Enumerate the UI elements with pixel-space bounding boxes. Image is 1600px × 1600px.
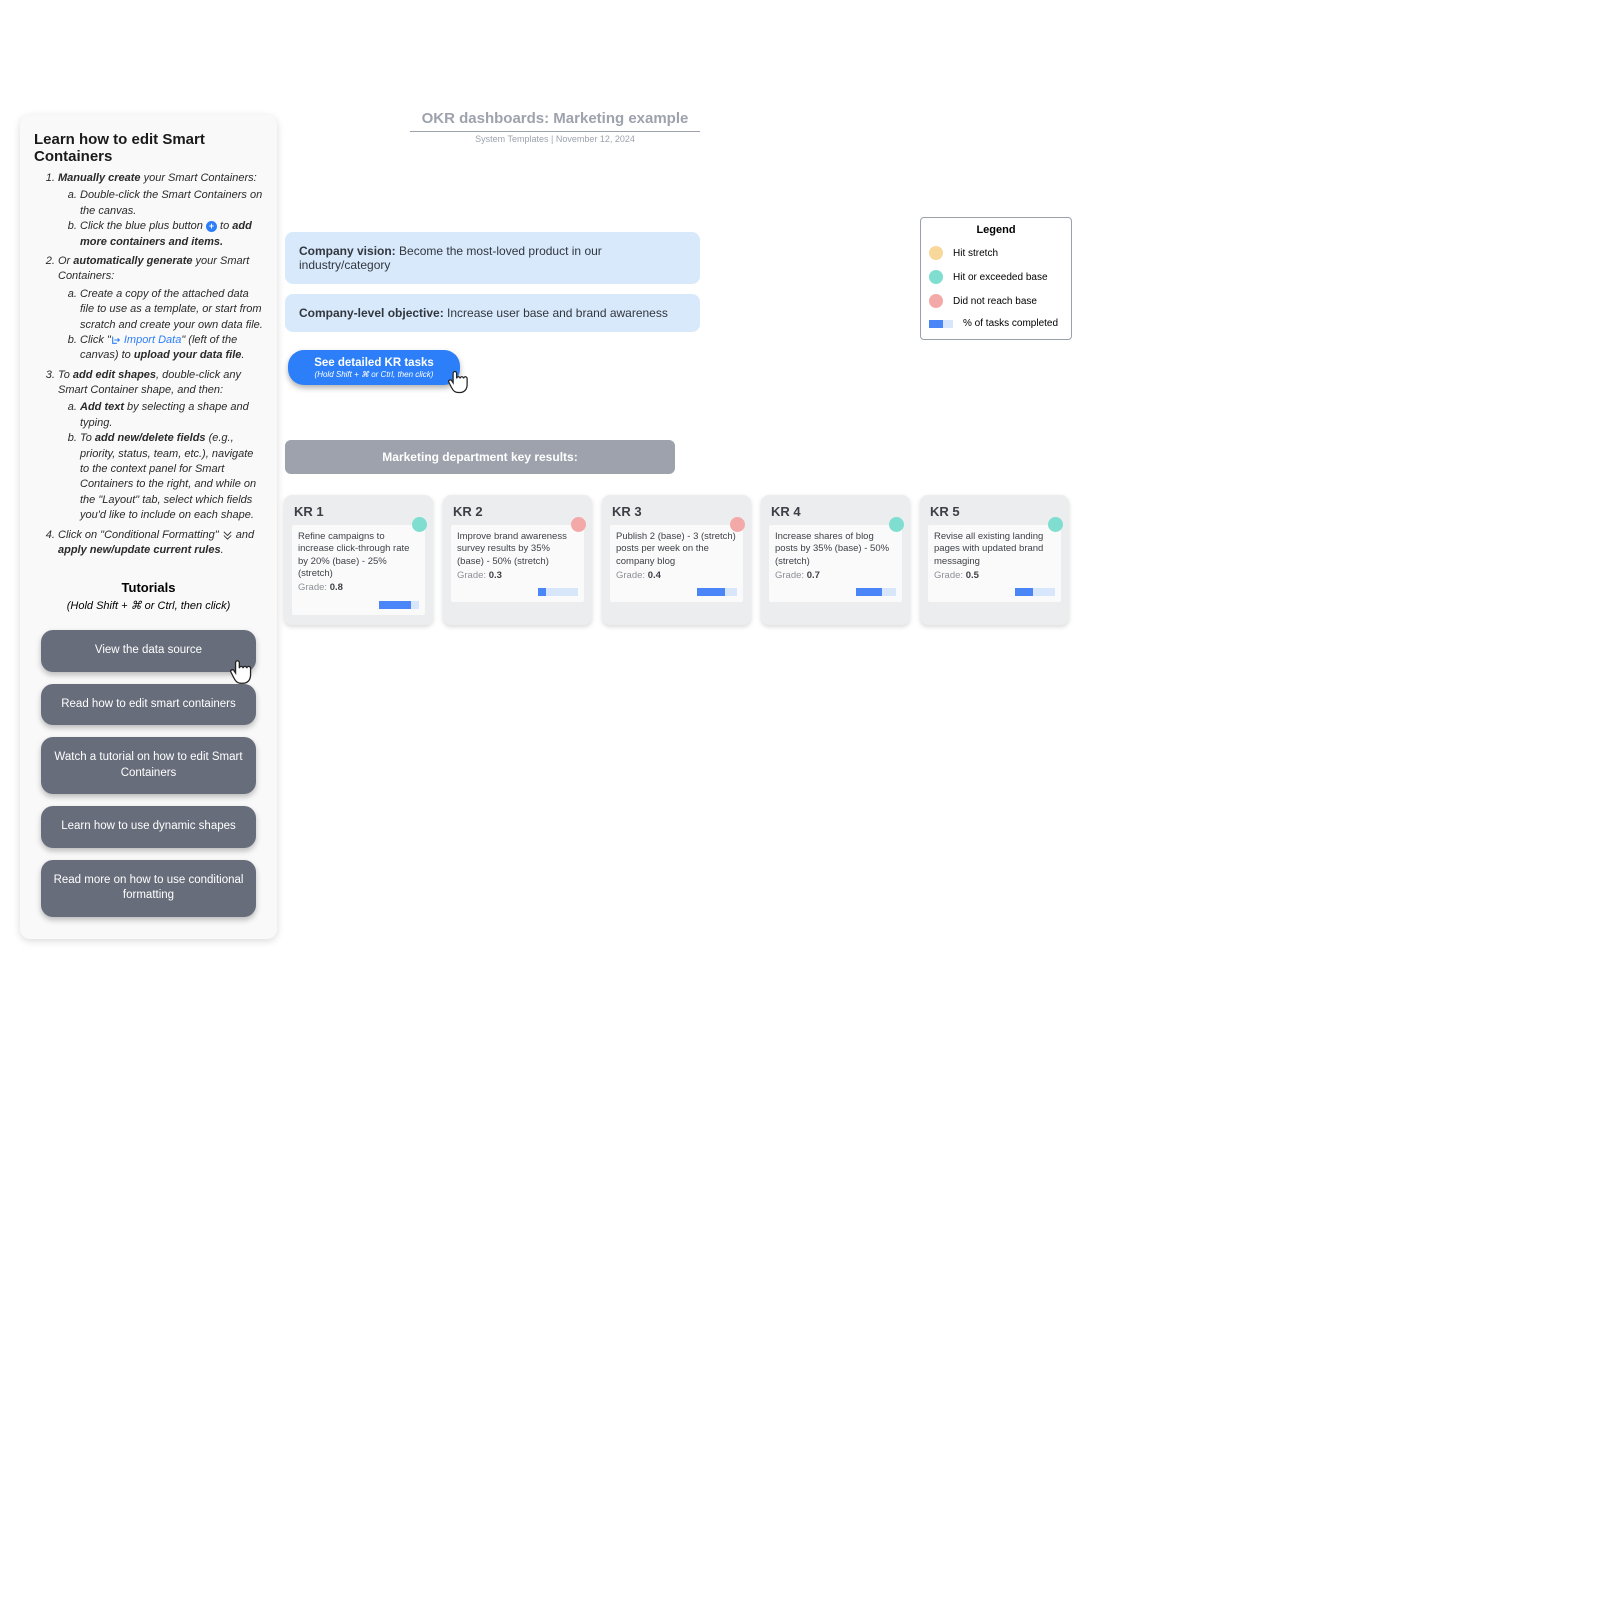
- kr-progress-bar: [697, 588, 737, 596]
- kr-progress-bar: [538, 588, 578, 596]
- legend-row-progress: % of tasks completed: [929, 318, 1063, 329]
- help-step-2a: Create a copy of the attached data file …: [80, 287, 263, 333]
- help-step-3: To add edit shapes, double-click any Sma…: [58, 368, 263, 524]
- legend-row: Did not reach base: [929, 294, 1063, 308]
- tutorial-btn-watch-edit-containers[interactable]: Watch a tutorial on how to edit Smart Co…: [41, 737, 256, 794]
- kr-title: KR 4: [771, 504, 902, 519]
- legend-dot-icon: [929, 246, 943, 260]
- kr-body: Publish 2 (base) - 3 (stretch) posts per…: [610, 525, 743, 602]
- kr-card[interactable]: KR 4 Increase shares of blog posts by 35…: [761, 495, 910, 625]
- help-step-1b: Click the blue plus button + to add more…: [80, 219, 263, 250]
- kr-status-dot: [412, 517, 427, 532]
- kr-description: Publish 2 (base) - 3 (stretch) posts per…: [616, 531, 737, 568]
- help-panel: Learn how to edit Smart Containers Manua…: [20, 115, 277, 939]
- plus-icon: +: [206, 221, 217, 232]
- kr-grade: Grade: 0.5: [934, 570, 1055, 582]
- legend-row: Hit stretch: [929, 246, 1063, 260]
- kr-grade: Grade: 0.7: [775, 570, 896, 582]
- help-step-2b: Click " Import Data" (left of the canvas…: [80, 333, 263, 364]
- see-detailed-kr-button[interactable]: See detailed KR tasks (Hold Shift + ⌘ or…: [288, 350, 460, 385]
- kr-description: Increase shares of blog posts by 35% (ba…: [775, 531, 896, 568]
- help-step-1: Manually create your Smart Containers: D…: [58, 171, 263, 250]
- kr-card[interactable]: KR 2 Improve brand awareness survey resu…: [443, 495, 592, 625]
- tutorials-subtext: (Hold Shift + ⌘ or Ctrl, then click): [34, 599, 263, 612]
- legend-dot-icon: [929, 294, 943, 308]
- help-step-3a: Add text by selecting a shape and typing…: [80, 400, 263, 431]
- help-step-2: Or automatically generate your Smart Con…: [58, 254, 263, 364]
- kr-card-row: KR 1 Refine campaigns to increase click-…: [284, 495, 1069, 625]
- help-step-4: Click on "Conditional Formatting" and ap…: [58, 528, 263, 559]
- tutorial-btn-read-edit-containers[interactable]: Read how to edit smart containers: [41, 684, 256, 726]
- help-step-3b: To add new/delete fields (e.g., priority…: [80, 431, 263, 523]
- tutorial-btn-conditional-formatting[interactable]: Read more on how to use conditional form…: [41, 860, 256, 917]
- kr-body: Revise all existing landing pages with u…: [928, 525, 1061, 602]
- detail-btn-main: See detailed KR tasks: [296, 357, 452, 369]
- company-vision-box[interactable]: Company vision: Become the most-loved pr…: [285, 232, 700, 284]
- title-rule: [410, 131, 700, 132]
- company-objective-label: Company-level objective:: [299, 306, 447, 320]
- kr-status-dot: [889, 517, 904, 532]
- document-subtitle: System Templates | November 12, 2024: [410, 134, 700, 144]
- legend-label-progress: % of tasks completed: [963, 318, 1058, 329]
- kr-title: KR 5: [930, 504, 1061, 519]
- kr-progress-bar: [379, 601, 419, 609]
- legend-box: Legend Hit stretch Hit or exceeded base …: [920, 217, 1072, 340]
- legend-title: Legend: [929, 224, 1063, 236]
- kr-card[interactable]: KR 3 Publish 2 (base) - 3 (stretch) post…: [602, 495, 751, 625]
- company-vision-label: Company vision:: [299, 244, 399, 258]
- progress-bar-icon: [929, 320, 953, 328]
- legend-label: Hit stretch: [953, 248, 998, 259]
- kr-grade: Grade: 0.4: [616, 570, 737, 582]
- kr-body: Improve brand awareness survey results b…: [451, 525, 584, 602]
- kr-grade: Grade: 0.3: [457, 570, 578, 582]
- company-objective-text: Increase user base and brand awareness: [447, 306, 668, 320]
- tutorials-header: Tutorials: [34, 580, 263, 595]
- legend-dot-icon: [929, 270, 943, 284]
- company-objective-box[interactable]: Company-level objective: Increase user b…: [285, 294, 700, 332]
- kr-progress-bar: [1015, 588, 1055, 596]
- tutorial-btn-dynamic-shapes[interactable]: Learn how to use dynamic shapes: [41, 806, 256, 848]
- legend-label: Hit or exceeded base: [953, 272, 1048, 283]
- kr-card[interactable]: KR 5 Revise all existing landing pages w…: [920, 495, 1069, 625]
- conditional-formatting-icon: [222, 529, 233, 540]
- document-title: OKR dashboards: Marketing example: [410, 110, 700, 127]
- kr-description: Improve brand awareness survey results b…: [457, 531, 578, 568]
- kr-progress-bar: [856, 588, 896, 596]
- import-icon: [111, 335, 121, 345]
- document-header: OKR dashboards: Marketing example System…: [410, 110, 700, 144]
- kr-description: Revise all existing landing pages with u…: [934, 531, 1055, 568]
- legend-row: Hit or exceeded base: [929, 270, 1063, 284]
- help-step-1a: Double-click the Smart Containers on the…: [80, 188, 263, 219]
- detail-btn-sub: (Hold Shift + ⌘ or Ctrl, then click): [296, 370, 452, 379]
- department-header[interactable]: Marketing department key results:: [285, 440, 675, 474]
- help-title: Learn how to edit Smart Containers: [34, 131, 263, 165]
- help-steps-list: Manually create your Smart Containers: D…: [34, 171, 263, 558]
- kr-status-dot: [1048, 517, 1063, 532]
- kr-grade: Grade: 0.8: [298, 582, 419, 594]
- kr-card[interactable]: KR 1 Refine campaigns to increase click-…: [284, 495, 433, 625]
- kr-body: Refine campaigns to increase click-throu…: [292, 525, 425, 615]
- kr-title: KR 3: [612, 504, 743, 519]
- kr-body: Increase shares of blog posts by 35% (ba…: [769, 525, 902, 602]
- kr-title: KR 1: [294, 504, 425, 519]
- import-data-link[interactable]: Import Data: [121, 334, 182, 346]
- tutorial-btn-view-data-source[interactable]: View the data source: [41, 630, 256, 672]
- kr-title: KR 2: [453, 504, 584, 519]
- legend-label: Did not reach base: [953, 296, 1037, 307]
- kr-status-dot: [730, 517, 745, 532]
- kr-status-dot: [571, 517, 586, 532]
- kr-description: Refine campaigns to increase click-throu…: [298, 531, 419, 580]
